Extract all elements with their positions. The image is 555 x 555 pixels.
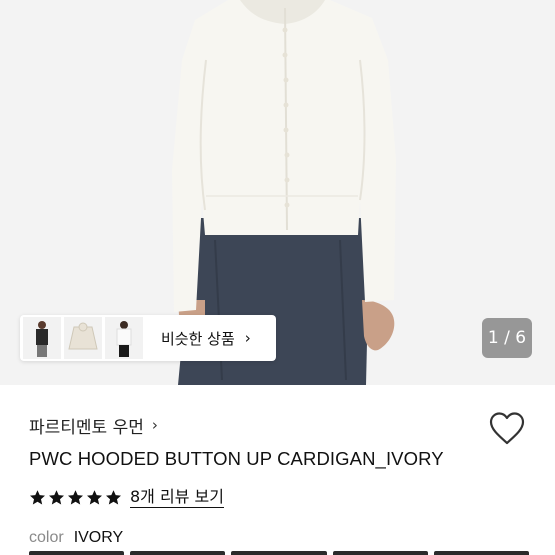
similar-thumb-ivory bbox=[64, 317, 102, 359]
star-icon bbox=[30, 489, 45, 504]
chevron-right-icon: › bbox=[244, 329, 251, 347]
color-value: IVORY bbox=[73, 529, 124, 546]
brand-link[interactable]: 파르티멘토 우먼 › bbox=[29, 414, 158, 438]
similar-thumb-black bbox=[23, 317, 61, 359]
similar-products-label: 비슷한 상품 › bbox=[161, 329, 251, 348]
star-icon bbox=[87, 489, 102, 504]
product-photo[interactable]: 비슷한 상품 › 1 / 6 bbox=[0, 0, 555, 385]
image-page-counter: 1 / 6 bbox=[482, 318, 532, 358]
brand-name: 파르티멘토 우먼 bbox=[29, 417, 144, 438]
swatch-edge[interactable] bbox=[130, 551, 226, 555]
similar-thumb-white-top bbox=[105, 317, 143, 359]
color-label: color bbox=[29, 529, 64, 546]
rating-row: 8개 리뷰 보기 bbox=[29, 486, 224, 508]
option-swatch-strip bbox=[29, 551, 530, 555]
review-link[interactable]: 8개 리뷰 보기 bbox=[130, 487, 224, 508]
wishlist-heart-icon[interactable] bbox=[488, 411, 526, 447]
swatch-edge[interactable] bbox=[231, 551, 327, 555]
swatch-edge[interactable] bbox=[433, 551, 530, 555]
chevron-right-icon: › bbox=[151, 416, 158, 434]
star-icon bbox=[106, 489, 121, 504]
similar-products-button[interactable]: 비슷한 상품 › bbox=[20, 315, 276, 361]
product-title: PWC HOODED BUTTON UP CARDIGAN_IVORY bbox=[29, 448, 444, 469]
swatch-edge[interactable] bbox=[332, 551, 428, 555]
color-row: color IVORY bbox=[29, 527, 123, 549]
swatch-edge[interactable] bbox=[29, 551, 125, 555]
star-icon bbox=[49, 489, 64, 504]
star-icon bbox=[68, 489, 83, 504]
